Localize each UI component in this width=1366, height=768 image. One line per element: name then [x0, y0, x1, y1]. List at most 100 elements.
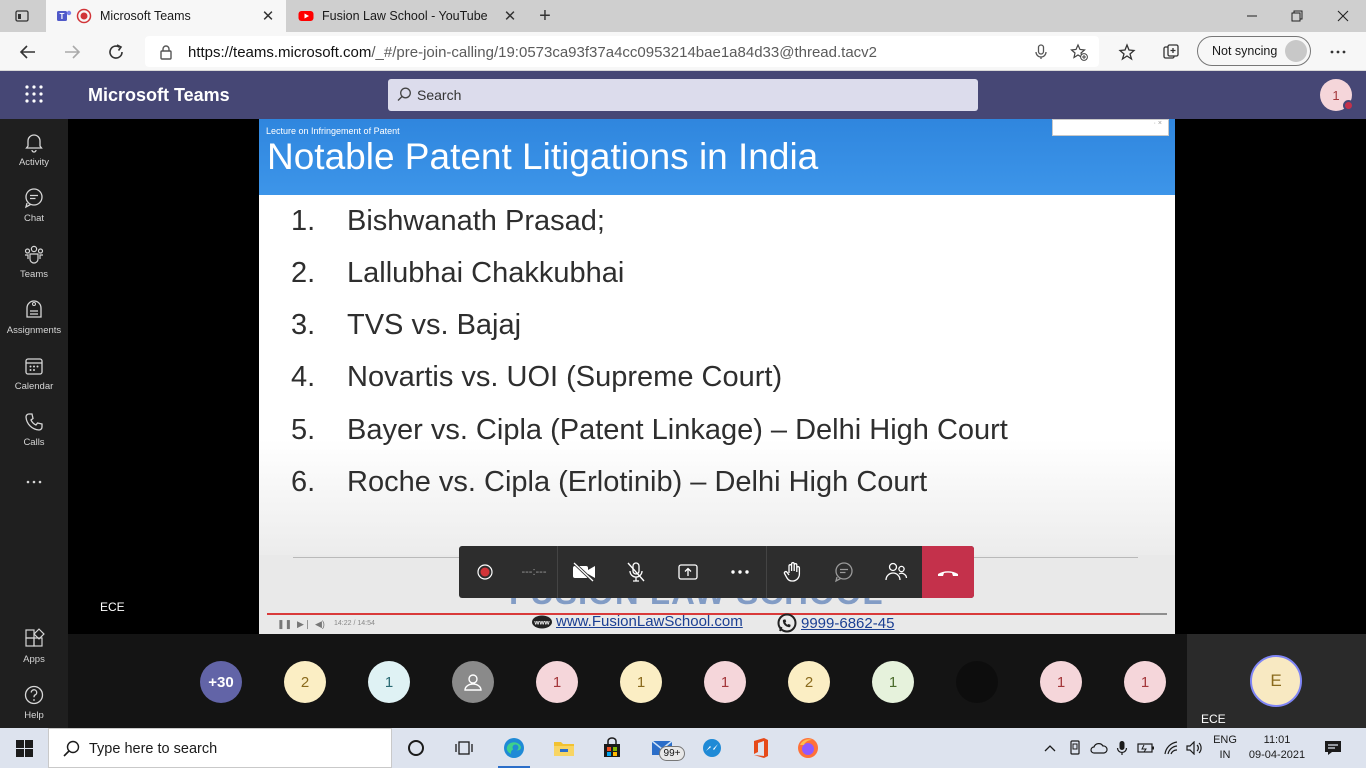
add-favorite-icon[interactable]	[1070, 43, 1088, 61]
device-icon[interactable]	[1065, 728, 1085, 768]
new-tab-button[interactable]: +	[534, 5, 556, 27]
rail-item-teams[interactable]: Teams	[0, 239, 68, 291]
show-hidden-icons[interactable]	[1040, 728, 1060, 768]
messenger-icon[interactable]	[688, 728, 736, 768]
participant-avatar[interactable]: 1	[536, 661, 578, 703]
lock-icon[interactable]	[159, 44, 173, 60]
address-bar[interactable]: https://teams.microsoft.com/_#/pre-join-…	[145, 36, 1099, 67]
profile-sync-button[interactable]: Not syncing	[1197, 36, 1311, 66]
participants-button[interactable]	[870, 546, 922, 598]
next-icon[interactable]: ▶❘	[297, 619, 311, 630]
participant-avatar[interactable]: 2	[284, 661, 326, 703]
phone-text: 9999-6862-45	[801, 614, 895, 632]
rail-item-calls[interactable]: Calls	[0, 407, 68, 459]
call-controls: ---:---	[459, 546, 974, 598]
search-input[interactable]: Search	[388, 79, 978, 111]
system-clock[interactable]: 11:01 09-04-2021	[1244, 733, 1310, 763]
self-avatar[interactable]: E	[1250, 655, 1302, 707]
participant-avatar[interactable]: 2	[788, 661, 830, 703]
list-item: 4. Novartis vs. UOI (Supreme Court)	[291, 361, 782, 394]
participant-avatar[interactable]: 1	[368, 661, 410, 703]
people-icon	[885, 562, 908, 581]
tab-actions-icon[interactable]	[14, 8, 30, 24]
tab-microsoft-teams[interactable]: T Microsoft Teams ✕	[46, 0, 286, 32]
record-icon	[477, 564, 493, 580]
close-tab-icon[interactable]: ✕	[502, 8, 518, 25]
pause-icon[interactable]: ❚❚	[277, 619, 292, 630]
leave-call-button[interactable]	[922, 546, 974, 598]
cortana-icon[interactable]	[392, 728, 440, 768]
rail-item-activity[interactable]: Activity	[0, 127, 68, 179]
restore-button[interactable]	[1274, 0, 1320, 32]
settings-more-icon[interactable]	[1326, 40, 1350, 64]
browser-tab-strip: T Microsoft Teams ✕ Fusion Law School - …	[0, 0, 1366, 32]
status-dot	[1343, 100, 1354, 111]
avatar-initial: 1	[1332, 87, 1340, 103]
microphone-icon[interactable]	[1032, 43, 1050, 61]
list-item: 2. Lallubhai Chakkubhai	[291, 257, 624, 290]
battery-icon[interactable]	[1135, 728, 1157, 768]
volume-icon[interactable]: ◀)	[315, 619, 325, 630]
refresh-button[interactable]	[104, 40, 128, 64]
participant-avatar[interactable]: 1	[620, 661, 662, 703]
back-button[interactable]	[16, 40, 40, 64]
profile-avatar[interactable]: 1	[1320, 79, 1354, 111]
participant-photo-avatar[interactable]	[956, 661, 998, 703]
list-item: 5. Bayer vs. Cipla (Patent Linkage) – Del…	[291, 414, 1008, 447]
phone-number: 9999-6862-45	[776, 613, 894, 633]
slide-header: Lecture on Infringement of Patent Notabl…	[259, 119, 1175, 195]
camera-toggle-button[interactable]	[557, 546, 609, 598]
more-participants-badge[interactable]: +30	[200, 661, 242, 703]
action-center-icon[interactable]	[1320, 728, 1346, 768]
rail-item-chat[interactable]: Chat	[0, 183, 68, 235]
tab-youtube[interactable]: Fusion Law School - YouTube ✕	[288, 0, 528, 32]
search-placeholder: Search	[417, 87, 462, 103]
more-apps-button[interactable]	[0, 471, 68, 495]
firefox-icon[interactable]	[784, 728, 832, 768]
language-code: ENG	[1213, 734, 1237, 746]
forward-button[interactable]	[60, 40, 84, 64]
mic-off-icon	[627, 562, 645, 582]
participant-avatar[interactable]: 1	[704, 661, 746, 703]
share-screen-button[interactable]	[662, 546, 714, 598]
favorites-icon[interactable]	[1115, 40, 1139, 64]
close-tab-icon[interactable]: ✕	[260, 8, 276, 25]
close-window-button[interactable]	[1320, 0, 1366, 32]
rail-label: Teams	[20, 269, 48, 280]
input-language[interactable]: ENG IN	[1212, 733, 1238, 763]
wifi-icon[interactable]	[1160, 728, 1182, 768]
recording-indicator[interactable]	[459, 546, 511, 598]
store-icon[interactable]	[588, 728, 636, 768]
participant-avatar[interactable]: 1	[872, 661, 914, 703]
participant-avatar[interactable]: 1	[1124, 661, 1166, 703]
participant-avatar[interactable]	[452, 661, 494, 703]
app-launcher-icon[interactable]	[24, 84, 44, 104]
volume-icon[interactable]	[1184, 728, 1206, 768]
minimize-button[interactable]	[1229, 0, 1275, 32]
file-explorer-icon[interactable]	[540, 728, 588, 768]
chat-icon	[835, 562, 853, 583]
list-text: Roche vs. Cipla (Erlotinib) – Delhi High…	[347, 466, 928, 498]
collections-icon[interactable]	[1159, 40, 1183, 64]
mic-toggle-button[interactable]	[610, 546, 662, 598]
rail-item-calendar[interactable]: Calendar	[0, 351, 68, 403]
more-actions-button[interactable]	[714, 546, 766, 598]
list-text: Novartis vs. UOI (Supreme Court)	[347, 361, 783, 393]
edge-icon[interactable]	[490, 728, 538, 768]
app-rail: Activity Chat Teams Assignments Calendar…	[0, 119, 68, 728]
participant-count: 2	[300, 673, 310, 691]
url-domain: https://teams.microsoft.com	[188, 44, 372, 61]
list-text: Bayer vs. Cipla (Patent Linkage) – Delhi…	[347, 414, 1008, 446]
onedrive-icon[interactable]	[1088, 728, 1110, 768]
microphone-tray-icon[interactable]	[1112, 728, 1132, 768]
chat-button[interactable]	[818, 546, 870, 598]
raise-hand-button[interactable]	[766, 546, 818, 598]
rail-item-assignments[interactable]: Assignments	[0, 295, 68, 347]
start-button[interactable]	[0, 728, 48, 768]
taskbar-search-input[interactable]: Type here to search	[48, 728, 392, 768]
participant-avatar[interactable]: 1	[1040, 661, 1082, 703]
office-icon[interactable]	[736, 728, 784, 768]
task-view-icon[interactable]	[440, 728, 488, 768]
rail-item-help[interactable]: Help	[0, 680, 68, 732]
rail-item-apps[interactable]: Apps	[0, 624, 68, 676]
